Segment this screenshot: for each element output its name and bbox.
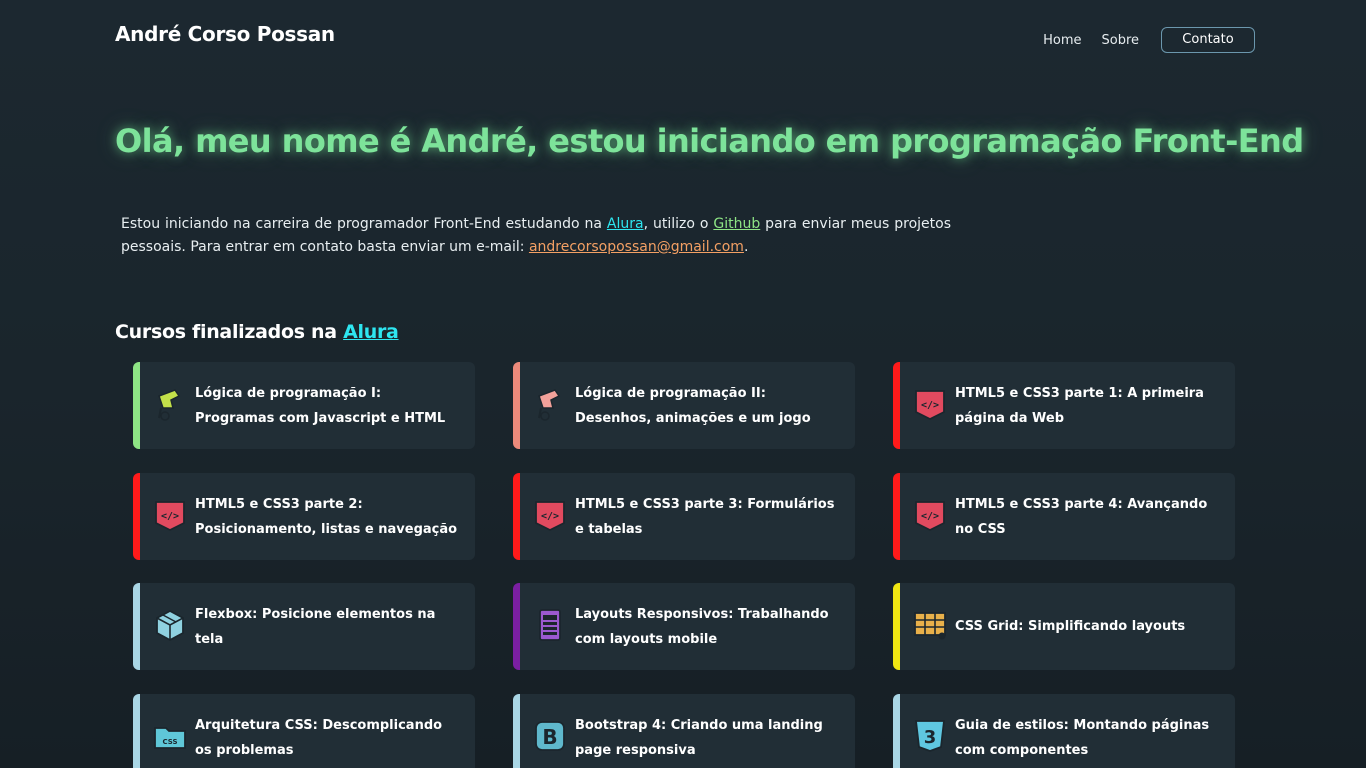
svg-text:CSS: CSS — [162, 738, 177, 746]
site-brand: André Corso Possan — [115, 22, 335, 46]
svg-text:</>: </> — [921, 400, 939, 411]
course-card[interactable]: </> HTML5 e CSS3 parte 1: A primeira pági… — [893, 362, 1235, 449]
course-accent-bar — [513, 473, 520, 560]
course-title: HTML5 e CSS3 parte 3: Formulários e tabe… — [575, 496, 835, 537]
hero-title: Olá, meu nome é André, estou iniciando e… — [115, 122, 1304, 160]
course-accent-bar — [893, 473, 900, 560]
html-code-icon: </> — [533, 497, 567, 533]
courses-grid: Lógica de programação I: Programas com J… — [133, 362, 1237, 768]
intro-alura-link[interactable]: Alura — [607, 216, 644, 232]
bootstrap-icon: B — [533, 718, 567, 754]
intro-paragraph: Estou iniciando na carreira de programad… — [121, 213, 951, 259]
course-accent-bar — [893, 694, 900, 768]
css-folder-icon: CSS — [153, 718, 187, 754]
intro-text-2: , utilizo o — [643, 216, 714, 232]
logic-flag-icon — [153, 386, 187, 422]
course-accent-bar — [133, 362, 140, 449]
courses-alura-link[interactable]: Alura — [343, 321, 399, 343]
course-card[interactable]: Flexbox: Posicione elementos na tela — [133, 583, 475, 670]
css3-shield-icon: 3 — [913, 718, 947, 754]
course-card[interactable]: </> HTML5 e CSS3 parte 3: Formulários e t… — [513, 473, 855, 560]
courses-title-text: Cursos finalizados na — [115, 321, 344, 343]
course-title: Bootstrap 4: Criando uma landing page re… — [575, 717, 823, 758]
html-code-icon: </> — [913, 497, 947, 533]
course-card[interactable]: CSS Grid: Simplificando layouts — [893, 583, 1235, 670]
course-card[interactable]: Lógica de programação II: Desenhos, anim… — [513, 362, 855, 449]
course-accent-bar — [513, 362, 520, 449]
svg-text:</>: </> — [541, 511, 559, 522]
mobile-layout-icon — [533, 607, 567, 643]
intro-text-4: . — [743, 239, 749, 255]
course-title: CSS Grid: Simplificando layouts — [955, 619, 1186, 634]
course-title: Arquitetura CSS: Descomplicando os probl… — [195, 717, 443, 758]
nav-about-link[interactable]: Sobre — [1101, 33, 1139, 48]
course-title: Flexbox: Posicione elementos na tela — [195, 606, 436, 647]
intro-github-link[interactable]: Github — [713, 216, 760, 232]
intro-email-link[interactable]: andrecorsopossan@gmail.com — [529, 239, 744, 255]
course-accent-bar — [893, 362, 900, 449]
course-card[interactable]: </> HTML5 e CSS3 parte 2: Posicionamento,… — [133, 473, 475, 560]
course-accent-bar — [133, 694, 140, 768]
course-accent-bar — [893, 583, 900, 670]
course-accent-bar — [133, 473, 140, 560]
course-card[interactable]: Layouts Responsivos: Trabalhando com lay… — [513, 583, 855, 670]
course-accent-bar — [133, 583, 140, 670]
css-grid-icon — [913, 607, 947, 643]
site-header: André Corso Possan Home Sobre Contato — [115, 20, 1255, 56]
html-code-icon: </> — [153, 497, 187, 533]
course-title: Lógica de programação I: Programas com J… — [195, 385, 446, 426]
course-card[interactable]: CSS Arquitetura CSS: Descomplicando os pr… — [133, 694, 475, 768]
svg-text:B: B — [542, 725, 557, 749]
course-card[interactable]: 3 Guia de estilos: Montando páginas com c… — [893, 694, 1235, 768]
flexbox-box-icon — [153, 607, 187, 643]
logic-flag-icon — [533, 386, 567, 422]
nav-home-link[interactable]: Home — [1043, 33, 1081, 48]
course-title: Lógica de programação II: Desenhos, anim… — [575, 385, 811, 426]
html-code-icon: </> — [913, 386, 947, 422]
course-accent-bar — [513, 694, 520, 768]
intro-text-1: Estou iniciando na carreira de programad… — [121, 216, 607, 232]
course-title: HTML5 e CSS3 parte 2: Posicionamento, li… — [195, 496, 458, 537]
main-nav: Home Sobre Contato — [1023, 27, 1255, 53]
course-card[interactable]: </> HTML5 e CSS3 parte 4: Avançando no CS… — [893, 473, 1235, 560]
course-card[interactable]: B Bootstrap 4: Criando uma landing page r… — [513, 694, 855, 768]
course-card[interactable]: Lógica de programação I: Programas com J… — [133, 362, 475, 449]
courses-section-title: Cursos finalizados na Alura — [115, 321, 399, 343]
course-title: Guia de estilos: Montando páginas com co… — [955, 717, 1210, 758]
course-title: HTML5 e CSS3 parte 4: Avançando no CSS — [955, 496, 1208, 537]
nav-contact-button[interactable]: Contato — [1161, 27, 1255, 53]
svg-text:</>: </> — [161, 511, 179, 522]
course-title: HTML5 e CSS3 parte 1: A primeira página … — [955, 385, 1204, 426]
course-accent-bar — [513, 583, 520, 670]
svg-text:</>: </> — [921, 511, 939, 522]
svg-text:3: 3 — [924, 727, 937, 748]
course-title: Layouts Responsivos: Trabalhando com lay… — [575, 606, 829, 647]
